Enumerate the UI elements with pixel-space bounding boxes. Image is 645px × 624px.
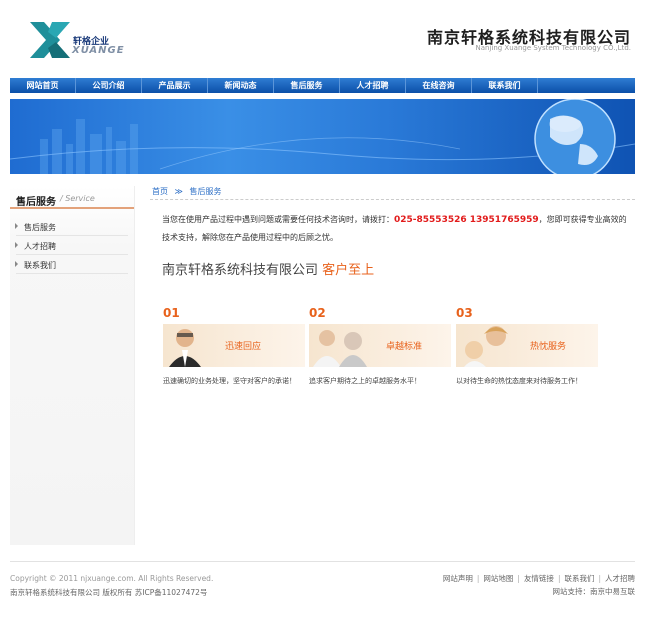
nav-news[interactable]: 新闻动态 — [208, 78, 274, 93]
footer-link-friends[interactable]: 友情链接 — [524, 574, 554, 583]
family-icon — [464, 326, 508, 367]
service-intro: 当您在使用产品过程中遇到问题或需要任何技术咨询时，请拨打：025-8555352… — [162, 211, 632, 246]
footer-separator: | — [476, 574, 480, 583]
service-image-2 — [309, 324, 451, 367]
nav-contact[interactable]: 联系我们 — [472, 78, 538, 93]
sidebar-divider — [16, 235, 128, 236]
footer-links: 网站声明 | 网站地图 | 友情链接 | 联系我们 | 人才招聘 — [443, 573, 635, 584]
sidebar-item-label: 售后服务 — [24, 223, 56, 232]
arrow-right-icon — [15, 242, 18, 248]
sidebar-divider — [16, 273, 128, 274]
sidebar-item-contact[interactable]: 联系我们 — [15, 260, 56, 271]
intro-text-before: 当您在使用产品过程中遇到问题或需要任何技术咨询时，请拨打： — [162, 215, 394, 224]
nav-jobs[interactable]: 人才招聘 — [340, 78, 406, 93]
sidebar-item-label: 人才招聘 — [24, 242, 56, 251]
footer-separator: | — [517, 574, 520, 583]
sidebar-item-label: 联系我们 — [24, 261, 56, 270]
nav-consult[interactable]: 在线咨询 — [406, 78, 472, 93]
copyright-text: Copyright © 2011 njxuange.com. All Right… — [10, 574, 214, 583]
service-description: 迅速确切的业务处理，坚守对客户的承诺！ — [163, 377, 296, 385]
sidebar-title-underline — [10, 207, 134, 209]
service-number: 03 — [456, 306, 473, 320]
sidebar-item-service[interactable]: 售后服务 — [15, 222, 56, 233]
sidebar-title: 售后服务 — [16, 197, 56, 208]
person-icon — [169, 329, 201, 367]
hotline-number: 025-85553526 13951765959 — [394, 215, 539, 225]
service-slogan: 南京轩格系统科技有限公司 客户至上 — [162, 259, 374, 278]
company-name-en: Nanjing Xuange System Technology CO.,Ltd… — [475, 44, 631, 52]
footer-link-jobs[interactable]: 人才招聘 — [605, 574, 635, 583]
slogan-company: 南京轩格系统科技有限公司 — [162, 263, 319, 278]
banner-graphic — [10, 99, 635, 174]
service-number: 02 — [309, 306, 326, 320]
service-title: 迅速回应 — [225, 342, 262, 352]
slogan-highlight: 客户至上 — [322, 263, 375, 278]
nav-products[interactable]: 产品展示 — [142, 78, 208, 93]
breadcrumb-home[interactable]: 首页 — [152, 187, 168, 196]
logo-english: XUANGE — [72, 45, 125, 56]
sidebar-item-jobs[interactable]: 人才招聘 — [15, 241, 56, 252]
service-title: 热忱服务 — [530, 342, 567, 352]
breadcrumb-divider — [150, 199, 635, 200]
site-support-text: 网站支持：南京中易互联 — [552, 587, 636, 596]
footer-separator: | — [557, 574, 561, 583]
icp-text: 南京轩格系统科技有限公司 版权所有 苏ICP备11027472号 — [10, 588, 208, 597]
footer-divider — [10, 561, 635, 562]
arrow-right-icon — [15, 261, 18, 267]
service-title: 卓越标准 — [386, 342, 423, 352]
nav-home[interactable]: 网站首页 — [10, 78, 76, 93]
breadcrumb-separator: ≫ — [174, 187, 183, 196]
banner-image — [10, 99, 635, 174]
sidebar-title-en: / Service — [60, 194, 95, 203]
service-image-3 — [456, 324, 598, 367]
nav-about[interactable]: 公司介绍 — [76, 78, 142, 93]
sidebar — [10, 186, 135, 545]
service-description: 追求客户期待之上的卓越服务水平！ — [309, 377, 421, 385]
breadcrumb: 首页 ≫ 售后服务 — [152, 186, 221, 197]
footer-link-statement[interactable]: 网站声明 — [443, 574, 473, 583]
sidebar-divider — [16, 254, 128, 255]
footer-link-contact[interactable]: 联系我们 — [564, 574, 594, 583]
footer-link-sitemap[interactable]: 网站地图 — [483, 574, 513, 583]
main-nav: 网站首页 公司介绍 产品展示 新闻动态 售后服务 人才招聘 在线咨询 联系我们 — [10, 78, 635, 93]
arrow-right-icon — [15, 223, 18, 229]
service-number: 01 — [163, 306, 180, 320]
breadcrumb-current[interactable]: 售后服务 — [189, 187, 221, 196]
doctor-icon — [313, 330, 367, 367]
footer-separator: | — [598, 574, 601, 583]
service-description: 以对待生命的热忱态度来对待服务工作！ — [456, 377, 582, 385]
nav-service[interactable]: 售后服务 — [274, 78, 340, 93]
